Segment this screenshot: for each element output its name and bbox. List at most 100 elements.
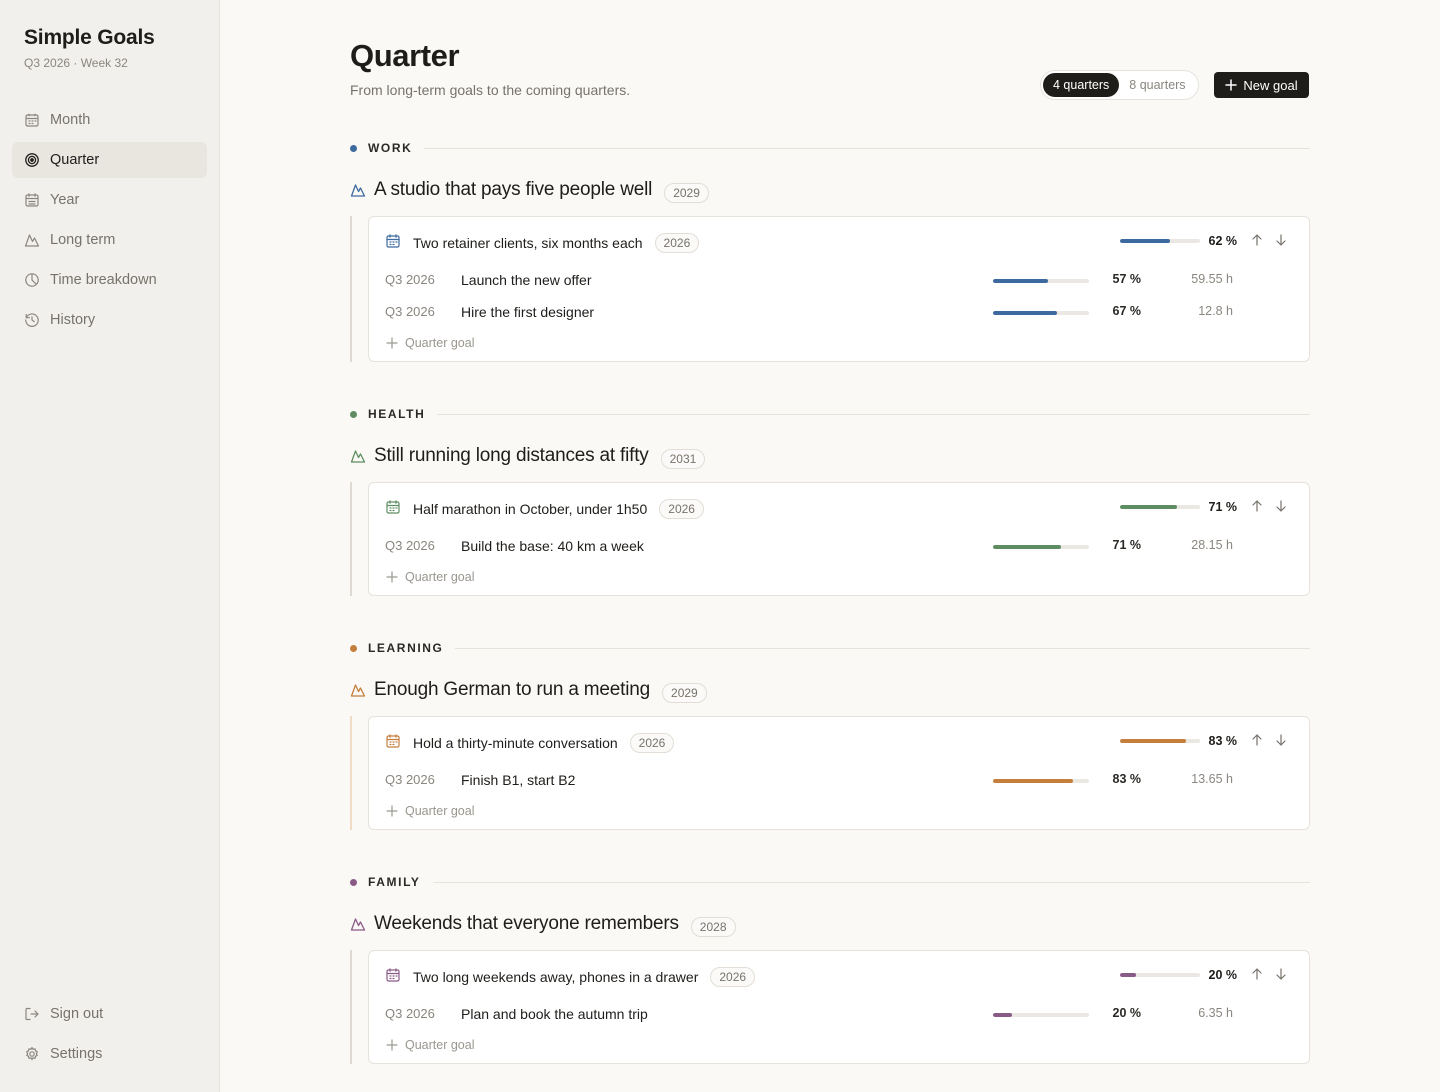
long-term-goal-title[interactable]: Still running long distances at fifty — [374, 445, 649, 467]
arrow-down-icon[interactable] — [1274, 967, 1288, 981]
year-progress-bar — [1120, 505, 1200, 509]
quarter-progress-fill — [993, 1013, 1013, 1017]
quarter-progress-percent: 71 % — [1112, 538, 1142, 552]
goal-tree: Two retainer clients, six months each 202… — [350, 216, 1310, 362]
nav-item-label: Quarter — [50, 152, 100, 168]
nav-item-history[interactable]: History — [12, 302, 207, 338]
goal-section-learning: LEARNING Enough German to run a meeting 20… — [350, 640, 1310, 830]
year-goal[interactable]: Hold a thirty-minute conversation 2026 — [413, 733, 675, 753]
quarter-goal-row[interactable]: Q3 2026 Plan and book the autumn trip 20 %… — [369, 999, 1309, 1031]
nav-item-sign-out[interactable]: Sign out — [12, 996, 207, 1032]
quarter-goal-title[interactable]: Hire the first designer — [461, 304, 594, 320]
year-goal-title[interactable]: Hold a thirty-minute conversation — [413, 735, 618, 751]
quarter-goal-row[interactable]: Q3 2026 Build the base: 40 km a week 71 % 2… — [369, 531, 1309, 563]
year-progress-fill — [1120, 739, 1187, 743]
nav-item-long-term[interactable]: Long term — [12, 222, 207, 258]
arrow-down-icon[interactable] — [1274, 733, 1288, 747]
add-quarter-goal[interactable]: Quarter goal — [369, 329, 1309, 361]
year-progress-percent: 62 % — [1208, 234, 1238, 248]
category-header: HEALTH — [350, 406, 1310, 422]
year-goal-title[interactable]: Two retainer clients, six months each — [413, 235, 643, 251]
category-rail — [350, 216, 352, 362]
quarter-label: Q3 2026 — [385, 272, 435, 287]
quarter-goal-row[interactable]: Q3 2026 Launch the new offer 57 % 59.55 h — [369, 265, 1309, 297]
quarter-goal-row[interactable]: Q3 2026 Hire the first designer 67 % 12.8 h — [369, 297, 1309, 329]
arrow-up-icon[interactable] — [1250, 967, 1264, 981]
year-goal[interactable]: Two long weekends away, phones in a draw… — [413, 967, 756, 987]
long-term-goal-title[interactable]: Enough German to run a meeting — [374, 679, 650, 701]
year-goal-row: Two retainer clients, six months each 202… — [369, 217, 1309, 265]
quarter-progress-bar — [993, 545, 1089, 549]
range-8-quarters[interactable]: 8 quarters — [1119, 73, 1195, 97]
mountain-icon — [350, 182, 366, 198]
year-goal-title[interactable]: Two long weekends away, phones in a draw… — [413, 969, 698, 985]
quarter-hours: 6.35 h — [1198, 1006, 1233, 1020]
gear-icon — [24, 1046, 40, 1062]
year-progress-fill — [1120, 239, 1170, 243]
add-quarter-goal[interactable]: Quarter goal — [369, 1031, 1309, 1063]
new-goal-button[interactable]: New goal — [1214, 72, 1309, 98]
year-progress-fill — [1120, 505, 1177, 509]
long-term-goal-title[interactable]: A studio that pays five people well — [374, 179, 652, 201]
nav-item-label: History — [50, 312, 96, 328]
range-4-quarters[interactable]: 4 quarters — [1043, 73, 1120, 97]
year-goal-card: Half marathon in October, under 1h50 2026… — [368, 482, 1310, 596]
nav-item-settings[interactable]: Settings — [12, 1036, 207, 1072]
nav-item-month[interactable]: Month — [12, 102, 207, 138]
category-label: HEALTH — [368, 407, 426, 421]
nav-item-time-breakdown[interactable]: Time breakdown — [12, 262, 207, 298]
long-term-goal-title[interactable]: Weekends that everyone remembers — [374, 913, 679, 935]
year-goal-title[interactable]: Half marathon in October, under 1h50 — [413, 501, 647, 517]
arrow-up-icon[interactable] — [1250, 499, 1264, 513]
quarter-goal-row[interactable]: Q3 2026 Finish B1, start B2 83 % 13.65 h — [369, 765, 1309, 797]
goal-section-family: FAMILY Weekends that everyone remembers 20… — [350, 874, 1310, 1064]
arrow-down-icon[interactable] — [1274, 233, 1288, 247]
add-quarter-goal-label[interactable]: Quarter goal — [405, 336, 474, 350]
history-icon — [24, 312, 40, 328]
quarter-goal-title[interactable]: Launch the new offer — [461, 272, 592, 288]
arrow-up-icon[interactable] — [1250, 733, 1264, 747]
quarter-progress-fill — [993, 311, 1058, 315]
target-year-badge: 2029 — [662, 682, 707, 703]
category-rail — [350, 482, 352, 596]
quarter-goal-title[interactable]: Plan and book the autumn trip — [461, 1006, 648, 1022]
arrow-down-icon[interactable] — [1274, 499, 1288, 513]
current-period: Q3 2026 · Week 32 — [24, 56, 128, 70]
quarter-label: Q3 2026 — [385, 538, 435, 553]
nav-item-year[interactable]: Year — [12, 182, 207, 218]
add-quarter-goal-label[interactable]: Quarter goal — [405, 804, 474, 818]
category-header: FAMILY — [350, 874, 1310, 890]
arrow-up-icon[interactable] — [1250, 233, 1264, 247]
calendar-icon — [24, 112, 40, 128]
goal-section-work: WORK A studio that pays five people well 2… — [350, 140, 1310, 362]
year-progress-fill — [1120, 973, 1136, 977]
year-goal[interactable]: Two retainer clients, six months each 202… — [413, 233, 700, 253]
brand: Simple Goals Q3 2026 · Week 32 — [24, 26, 155, 70]
plus-icon — [386, 571, 398, 583]
plus-icon — [386, 805, 398, 817]
long-term-goal[interactable]: Enough German to run a meeting 2029 — [350, 678, 1310, 703]
category-rail — [350, 716, 352, 830]
year-progress-percent: 20 % — [1208, 968, 1238, 982]
year-goal-row: Hold a thirty-minute conversation 2026 83 … — [369, 717, 1309, 765]
year-goal-card: Hold a thirty-minute conversation 2026 83 … — [368, 716, 1310, 830]
category-divider — [437, 413, 1310, 415]
year-progress-percent: 71 % — [1208, 500, 1238, 514]
long-term-goal[interactable]: Still running long distances at fifty 203… — [350, 444, 1310, 469]
quarter-goal-title[interactable]: Finish B1, start B2 — [461, 772, 575, 788]
year-goal[interactable]: Half marathon in October, under 1h50 2026 — [413, 499, 704, 519]
add-quarter-goal[interactable]: Quarter goal — [369, 797, 1309, 829]
add-quarter-goal[interactable]: Quarter goal — [369, 563, 1309, 595]
quarter-goal-title[interactable]: Build the base: 40 km a week — [461, 538, 644, 554]
quarter-progress-bar — [993, 311, 1089, 315]
quarter-progress-bar — [993, 279, 1089, 283]
year-goal-row: Two long weekends away, phones in a draw… — [369, 951, 1309, 999]
nav-item-quarter[interactable]: Quarter — [12, 142, 207, 178]
new-goal-label: New goal — [1243, 77, 1298, 93]
add-quarter-goal-label[interactable]: Quarter goal — [405, 1038, 474, 1052]
mountain-icon — [350, 448, 366, 464]
add-quarter-goal-label[interactable]: Quarter goal — [405, 570, 474, 584]
long-term-goal[interactable]: A studio that pays five people well 2029 — [350, 178, 1310, 203]
long-term-goal[interactable]: Weekends that everyone remembers 2028 — [350, 912, 1310, 937]
category-dot — [350, 144, 357, 152]
